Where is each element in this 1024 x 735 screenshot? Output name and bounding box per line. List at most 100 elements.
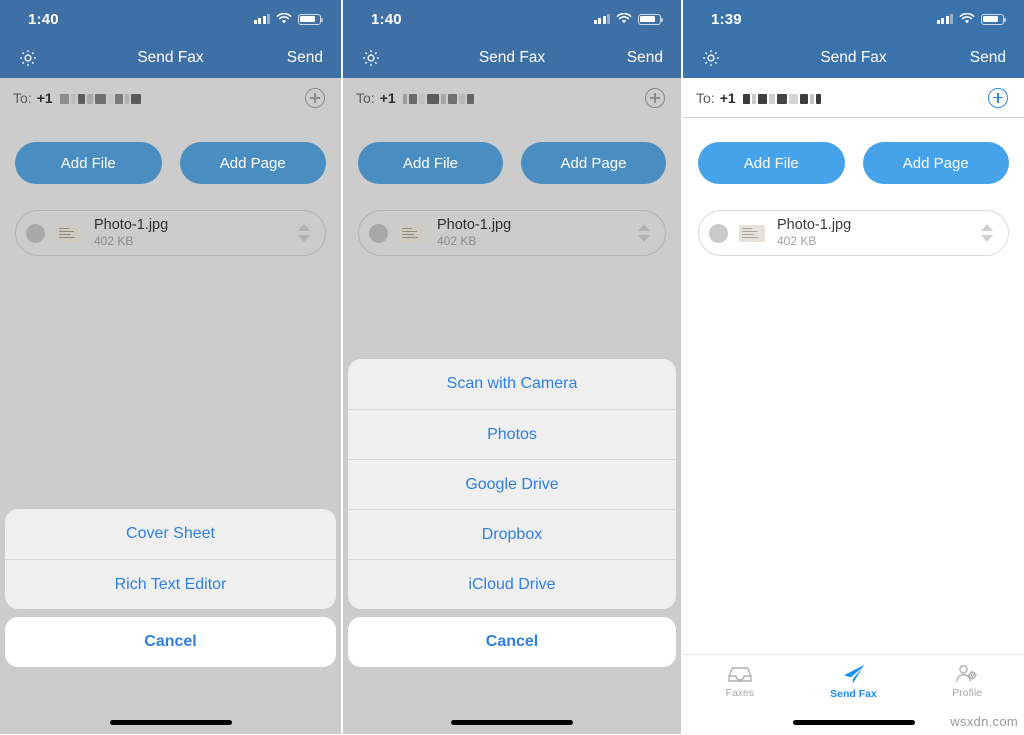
watermark: wsxdn.com (950, 714, 1018, 729)
remove-circle-icon[interactable] (709, 223, 728, 243)
phone-screen-panel-1: 1:40 Send Fax Send To: +1 Add File Add P… (0, 0, 341, 735)
status-icons (253, 13, 324, 25)
tab-send-fax[interactable]: Send Fax (797, 663, 911, 700)
status-time: 1:40 (28, 10, 59, 28)
add-recipient-icon[interactable] (645, 88, 665, 108)
send-button[interactable]: Send (287, 49, 323, 67)
stepper-arrows-icon[interactable] (638, 223, 651, 243)
file-action-buttons: Add File Add Page (0, 118, 341, 184)
action-sheet: Scan with Camera Photos Google Drive Dro… (348, 359, 676, 667)
recipient-value: To: +1 (696, 90, 821, 106)
to-label: To: (356, 90, 375, 106)
country-code: +1 (719, 89, 736, 106)
inbox-tray-icon (728, 667, 752, 682)
attached-file-row[interactable]: Photo-1.jpg 402 KB (698, 210, 1009, 256)
add-file-button[interactable]: Add File (15, 142, 162, 184)
paper-plane-icon (843, 665, 864, 684)
cellular-signal-icon (936, 14, 953, 24)
recipient-value: To: +1 (13, 90, 141, 106)
navigation-bar: Send Fax Send (343, 38, 681, 78)
image-thumbnail-icon (399, 224, 425, 242)
recipient-field[interactable]: To: +1 (683, 78, 1024, 118)
action-sheet-cancel-button[interactable]: Cancel (348, 617, 676, 667)
action-sheet-item-icloud-drive[interactable]: iCloud Drive (348, 559, 676, 609)
recipient-value: To: +1 (356, 90, 474, 106)
redacted-phone-number (59, 94, 141, 104)
add-recipient-icon[interactable] (305, 88, 325, 108)
redacted-phone-number (402, 94, 474, 104)
file-meta: Photo-1.jpg 402 KB (94, 217, 298, 248)
three-panel-screenshot-strip: 1:40 Send Fax Send To: +1 Add File Add P… (0, 0, 1024, 735)
stepper-arrows-icon[interactable] (981, 223, 994, 243)
person-gear-icon (956, 665, 977, 682)
status-bar: 1:40 (343, 0, 681, 38)
action-sheet-item-rich-text-editor[interactable]: Rich Text Editor (5, 559, 336, 609)
to-label: To: (696, 89, 715, 106)
send-button[interactable]: Send (627, 49, 663, 67)
tab-label-profile: Profile (952, 687, 983, 699)
action-sheet-item-cover-sheet[interactable]: Cover Sheet (5, 509, 336, 559)
recipient-field[interactable]: To: +1 (0, 78, 341, 118)
tab-label-send-fax: Send Fax (830, 688, 877, 700)
status-time: 1:40 (371, 10, 402, 28)
action-sheet-cancel-button[interactable]: Cancel (5, 617, 336, 667)
add-file-button[interactable]: Add File (698, 142, 845, 184)
wifi-icon (959, 13, 975, 24)
navigation-bar: Send Fax Send (683, 38, 1024, 78)
home-indicator (109, 720, 232, 725)
tab-profile[interactable]: Profile (910, 664, 1024, 699)
action-sheet: Cover Sheet Rich Text Editor Cancel (5, 509, 336, 667)
to-label: To: (13, 90, 32, 106)
send-button[interactable]: Send (970, 49, 1006, 67)
action-sheet-item-photos[interactable]: Photos (348, 409, 676, 459)
status-bar: 1:39 (683, 0, 1024, 38)
home-indicator (792, 720, 915, 725)
bottom-tab-bar: Faxes Send Fax Profile (683, 654, 1024, 708)
attached-file-row[interactable]: Photo-1.jpg 402 KB (15, 210, 326, 256)
navigation-bar: Send Fax Send (0, 38, 341, 78)
phone-screen-panel-3: 1:39 Send Fax Send To: +1 Add File Add P… (683, 0, 1024, 735)
home-indicator (451, 720, 573, 725)
wifi-icon (276, 13, 292, 24)
file-size: 402 KB (94, 233, 134, 248)
status-time: 1:39 (711, 10, 742, 28)
tab-faxes[interactable]: Faxes (683, 664, 797, 699)
add-page-button[interactable]: Add Page (179, 142, 326, 184)
remove-circle-icon[interactable] (369, 223, 388, 243)
cellular-signal-icon (253, 14, 270, 24)
gear-icon[interactable] (17, 47, 39, 69)
action-sheet-options: Scan with Camera Photos Google Drive Dro… (348, 359, 676, 609)
battery-icon (298, 13, 324, 25)
image-thumbnail-icon (739, 224, 765, 242)
status-bar: 1:40 (0, 0, 341, 38)
action-sheet-item-dropbox[interactable]: Dropbox (348, 509, 676, 559)
file-name: Photo-1.jpg (437, 217, 512, 234)
status-icons (593, 13, 664, 25)
file-size: 402 KB (777, 233, 817, 248)
compose-content: Add File Add Page Photo-1.jpg 402 KB (343, 118, 681, 734)
stepper-arrows-icon[interactable] (298, 223, 311, 243)
recipient-field[interactable]: To: +1 (343, 78, 681, 118)
action-sheet-options: Cover Sheet Rich Text Editor (5, 509, 336, 609)
remove-circle-icon[interactable] (26, 223, 45, 243)
action-sheet-item-google-drive[interactable]: Google Drive (348, 459, 676, 509)
attached-file-row[interactable]: Photo-1.jpg 402 KB (358, 210, 666, 256)
action-sheet-item-scan-with-camera[interactable]: Scan with Camera (348, 359, 676, 409)
battery-icon (981, 13, 1007, 25)
phone-screen-panel-2: 1:40 Send Fax Send To: +1 Add File Add P… (341, 0, 683, 735)
add-recipient-icon[interactable] (988, 87, 1008, 108)
gear-icon[interactable] (700, 47, 722, 69)
wifi-icon (616, 13, 632, 24)
add-page-button[interactable]: Add Page (521, 142, 666, 184)
battery-icon (638, 13, 664, 25)
file-action-buttons: Add File Add Page (683, 118, 1024, 184)
compose-content: Add File Add Page Photo-1.jpg 402 KB (0, 118, 341, 734)
file-meta: Photo-1.jpg 402 KB (437, 217, 638, 248)
add-file-button[interactable]: Add File (358, 142, 503, 184)
file-action-buttons: Add File Add Page (343, 118, 681, 184)
redacted-phone-number (742, 93, 821, 104)
file-name: Photo-1.jpg (94, 217, 169, 234)
add-page-button[interactable]: Add Page (862, 142, 1009, 184)
gear-icon[interactable] (360, 47, 382, 69)
status-icons (936, 13, 1007, 25)
